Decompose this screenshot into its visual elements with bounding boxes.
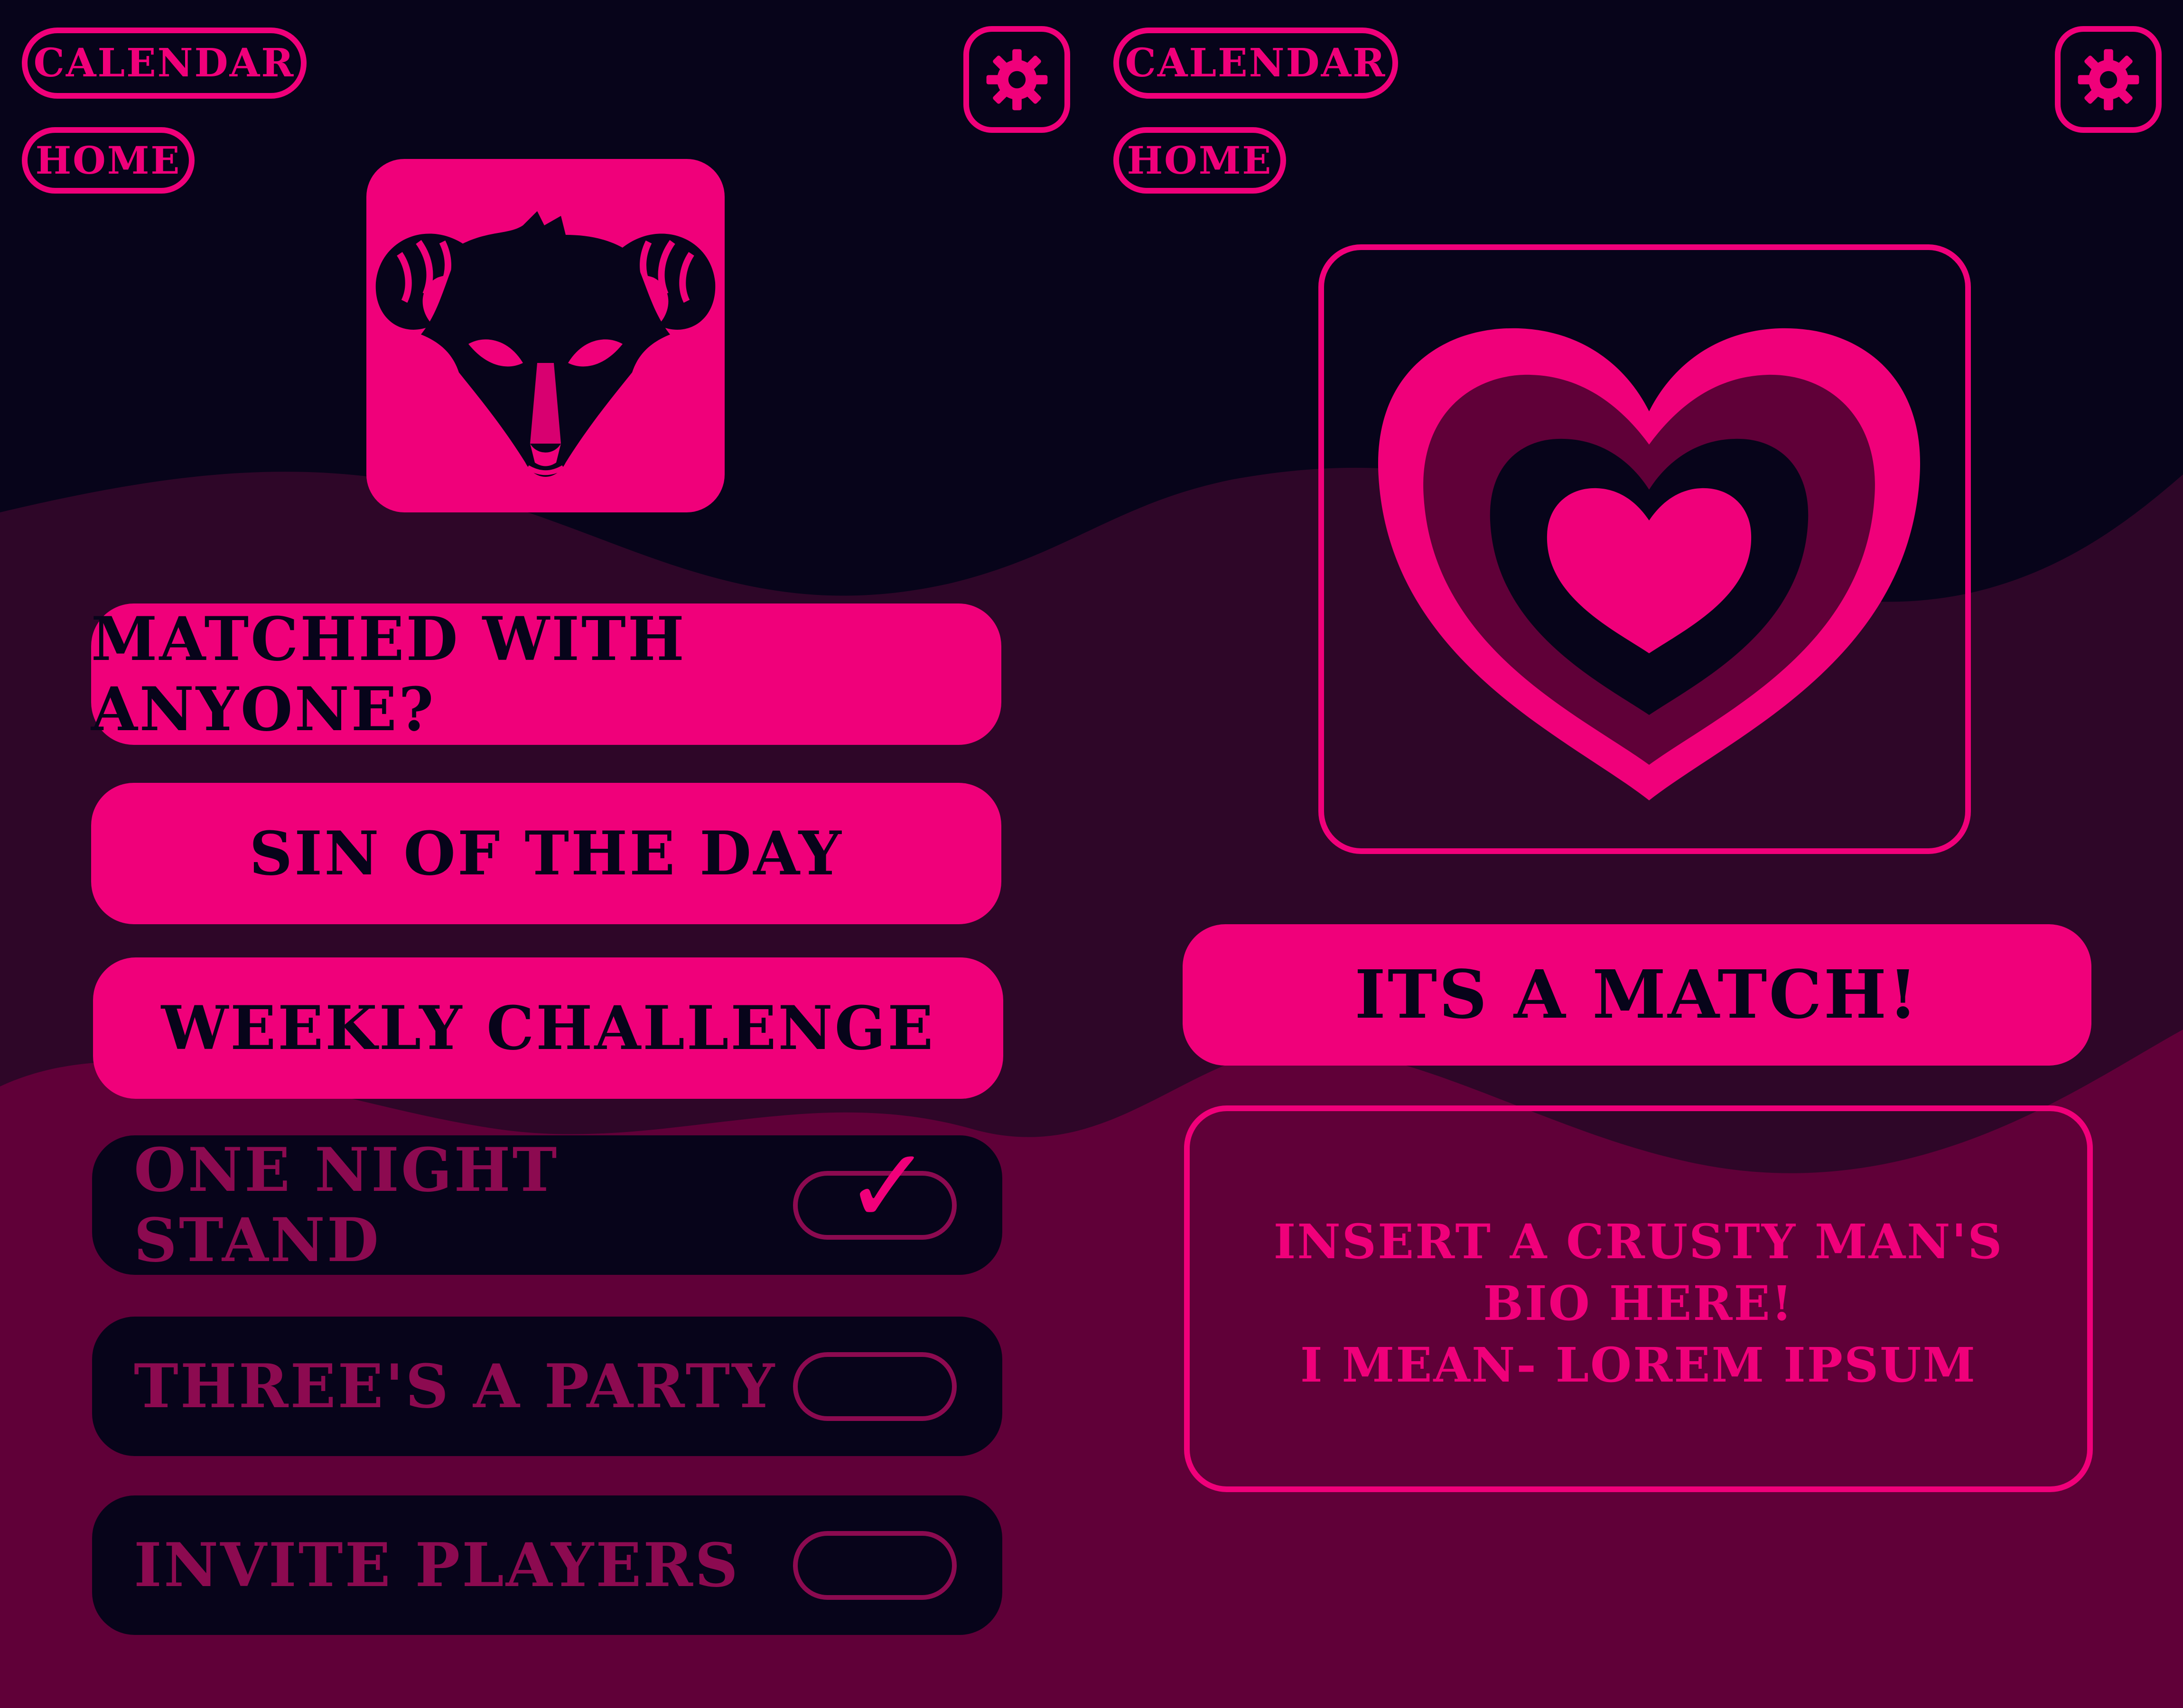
settings-button[interactable] bbox=[963, 26, 1070, 133]
ram-skull-icon bbox=[375, 211, 716, 477]
sin-of-the-day-button[interactable]: SIN OF THE DAY bbox=[91, 783, 1001, 924]
settings-button[interactable] bbox=[2055, 26, 2162, 133]
matched-with-anyone-button[interactable]: MATCHED WITH ANYONE? bbox=[91, 603, 1001, 745]
bio-line: INSERT A CRUSTY MAN'S bbox=[1273, 1214, 2004, 1270]
gear-icon bbox=[2078, 49, 2139, 110]
menu-screen: CALENDAR HOME MATCHED WITH ANYONE? SIN O… bbox=[0, 0, 1092, 1708]
option-row-threes-a-party[interactable]: THREE'S A PARTY bbox=[92, 1317, 1002, 1456]
checkmark-icon: ✓ bbox=[844, 1125, 934, 1247]
home-button[interactable]: HOME bbox=[22, 127, 195, 194]
home-button[interactable]: HOME bbox=[1113, 127, 1286, 194]
weekly-challenge-button[interactable]: WEEKLY CHALLENGE bbox=[93, 957, 1003, 1099]
bio-card: INSERT A CRUSTY MAN'S BIO HERE! I MEAN- … bbox=[1184, 1105, 2093, 1492]
its-a-match-banner: ITS A MATCH! bbox=[1183, 924, 2091, 1066]
toggle-invite-players[interactable] bbox=[793, 1531, 957, 1600]
option-label: ONE NIGHT STAND bbox=[134, 1135, 559, 1275]
bio-line: I MEAN- LOREM IPSUM bbox=[1300, 1337, 1977, 1393]
option-row-one-night-stand[interactable]: ONE NIGHT STAND ✓ bbox=[92, 1134, 1002, 1275]
option-label: THREE'S A PARTY bbox=[134, 1351, 777, 1421]
match-screen: CALENDAR HOME ITS A MATCH! INSERT A CRUS… bbox=[1092, 0, 2183, 1708]
concentric-heart-icon bbox=[1378, 328, 1921, 800]
match-heart-card bbox=[1318, 244, 1971, 854]
gear-icon bbox=[986, 49, 1047, 110]
calendar-button[interactable]: CALENDAR bbox=[1113, 28, 1398, 99]
calendar-button[interactable]: CALENDAR bbox=[22, 28, 307, 99]
toggle-threes-a-party[interactable] bbox=[793, 1352, 957, 1421]
bio-line: BIO HERE! bbox=[1483, 1275, 1794, 1331]
option-label: INVITE PLAYERS bbox=[134, 1530, 740, 1600]
ram-avatar bbox=[366, 159, 725, 512]
toggle-one-night-stand[interactable]: ✓ bbox=[793, 1134, 957, 1240]
option-row-invite-players[interactable]: INVITE PLAYERS bbox=[92, 1495, 1002, 1635]
